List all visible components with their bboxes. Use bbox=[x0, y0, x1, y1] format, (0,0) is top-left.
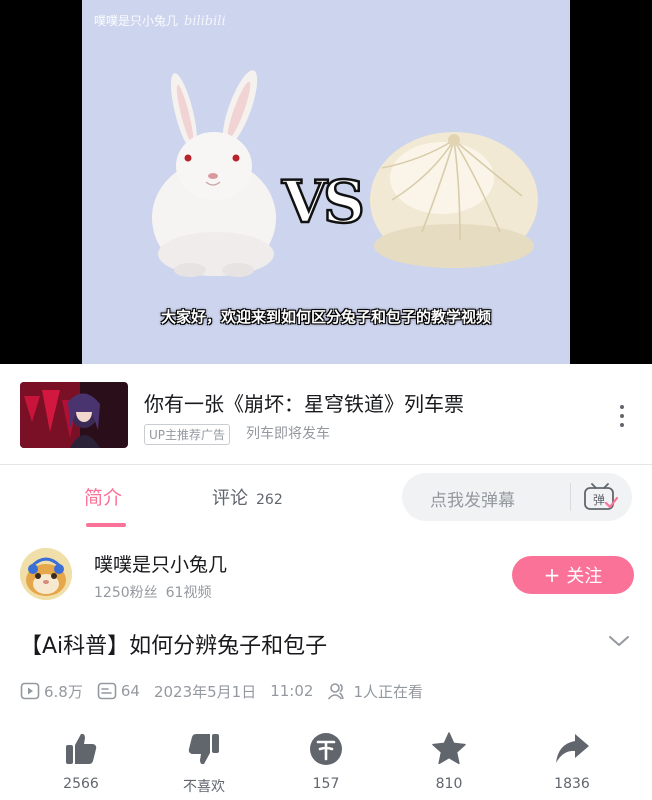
share-button[interactable]: 1836 bbox=[527, 730, 617, 792]
video-meta: 6.8万 64 2023年5月1日 11:02 1人正在看 bbox=[20, 680, 437, 702]
comments-count: 262 bbox=[256, 492, 283, 508]
play-count-icon bbox=[20, 682, 40, 700]
like-count: 2566 bbox=[63, 776, 99, 792]
bilibili-logo: bilibili bbox=[184, 14, 226, 29]
uploader-stats: 1250粉丝 61视频 bbox=[94, 582, 211, 602]
plus-icon: + bbox=[543, 563, 561, 587]
danmaku-tv-icon[interactable]: 弹 bbox=[582, 481, 619, 513]
views-count: 6.8万 bbox=[44, 682, 83, 701]
danmaku-input[interactable]: 点我发弹幕 弹 bbox=[402, 473, 632, 521]
ad-thumbnail-image bbox=[20, 382, 128, 448]
follow-label: 关注 bbox=[566, 566, 603, 587]
watching-users-icon bbox=[328, 683, 345, 700]
publish-time: 11:02 bbox=[270, 682, 314, 700]
coin-button[interactable]: 157 bbox=[281, 730, 371, 792]
tab-comments-label: 评论 bbox=[212, 488, 248, 509]
like-button[interactable]: 2566 bbox=[36, 730, 126, 792]
ad-thumbnail[interactable] bbox=[20, 382, 128, 448]
ad-badge: UP主推荐广告 bbox=[144, 424, 231, 445]
dislike-button[interactable]: 不喜欢 bbox=[159, 730, 249, 796]
video-player[interactable]: 噗噗是只小兔几 bilibili VS 大家好，欢迎来到如何区分兔子和包子的教学视… bbox=[0, 0, 652, 364]
star-icon bbox=[432, 732, 466, 765]
tab-comments[interactable]: 评论 262 bbox=[212, 484, 283, 510]
video-frame[interactable]: 噗噗是只小兔几 bilibili VS 大家好，欢迎来到如何区分兔子和包子的教学视… bbox=[82, 0, 570, 364]
fans-count: 1250粉丝 bbox=[94, 585, 158, 601]
rabbit-illustration bbox=[152, 70, 276, 277]
steamed-bun-illustration bbox=[370, 132, 538, 268]
uploader-name[interactable]: 噗噗是只小兔几 bbox=[94, 550, 227, 577]
danmaku-stat: 64 bbox=[97, 682, 140, 700]
coin-icon bbox=[310, 733, 342, 765]
divider bbox=[570, 483, 571, 511]
thumbs-down-icon bbox=[188, 734, 219, 765]
tab-active-indicator bbox=[86, 523, 126, 527]
ad-subtitle: 列车即将发车 bbox=[246, 426, 330, 442]
favorite-count: 810 bbox=[435, 776, 463, 792]
tab-intro[interactable]: 简介 bbox=[84, 483, 122, 510]
video-count: 61视频 bbox=[165, 585, 212, 601]
tab-bar: 简介 评论 262 点我发弹幕 弹 bbox=[0, 465, 652, 529]
chevron-down-icon[interactable] bbox=[608, 634, 630, 648]
more-vertical-icon[interactable] bbox=[612, 402, 632, 430]
video-title: 【Ai科普】如何分辨兔子和包子 bbox=[20, 634, 328, 659]
video-watermark: 噗噗是只小兔几 bilibili bbox=[94, 12, 226, 29]
share-count: 1836 bbox=[554, 776, 590, 792]
ad-title[interactable]: 你有一张《崩坏：星穹铁道》列车票 bbox=[144, 388, 464, 417]
avatar[interactable] bbox=[20, 548, 72, 600]
dislike-label: 不喜欢 bbox=[183, 779, 225, 795]
danmaku-count: 64 bbox=[120, 682, 140, 700]
watching-stat: 1人正在看 bbox=[327, 681, 423, 702]
svg-text:弹: 弹 bbox=[593, 493, 605, 507]
danmaku-placeholder: 点我发弹幕 bbox=[430, 491, 515, 511]
uploader-row: 噗噗是只小兔几 1250粉丝 61视频 + 关注 bbox=[0, 540, 652, 610]
follow-button[interactable]: + 关注 bbox=[512, 556, 634, 594]
share-icon bbox=[556, 734, 589, 763]
publish-date: 2023年5月1日 bbox=[153, 682, 257, 701]
ad-banner[interactable]: 你有一张《崩坏：星穹铁道》列车票 UP主推荐广告 列车即将发车 bbox=[0, 364, 652, 464]
thumbs-up-icon bbox=[66, 733, 97, 764]
danmaku-count-icon bbox=[97, 682, 117, 700]
watermark-text: 噗噗是只小兔几 bbox=[94, 14, 179, 28]
action-bar: 2566 不喜欢 157 810 1836 bbox=[0, 730, 652, 800]
coin-count: 157 bbox=[312, 776, 340, 792]
video-subtitle: 大家好，欢迎来到如何区分兔子和包子的教学视频 bbox=[160, 308, 491, 326]
watching-count: 1人正在看 bbox=[353, 682, 423, 701]
views-stat: 6.8万 bbox=[20, 681, 83, 702]
favorite-button[interactable]: 810 bbox=[404, 730, 494, 792]
vs-text: VS bbox=[281, 167, 366, 238]
